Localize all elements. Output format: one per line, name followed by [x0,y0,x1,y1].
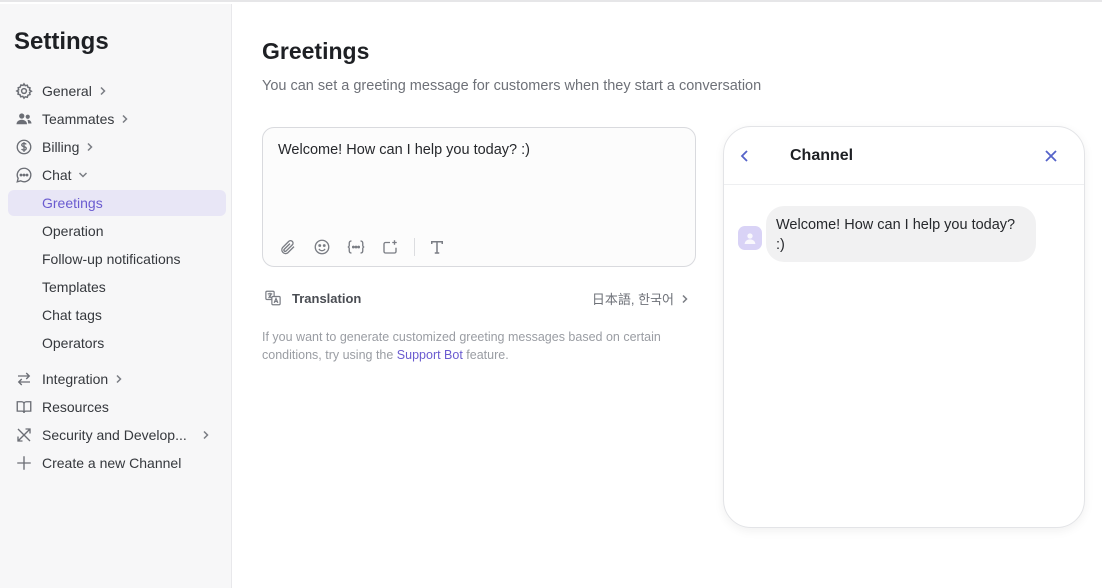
chevron-right-icon [85,142,95,152]
sidebar-item-general[interactable]: General [8,78,226,104]
settings-app: Settings General Teammates Billing Chat … [0,0,1102,588]
translation-row[interactable]: Translation 日本語, 한국어 [264,288,694,308]
sidebar-subitem-label: Chat tags [42,307,102,323]
avatar [738,226,762,250]
hint-text: If you want to generate customized greet… [262,328,682,364]
translation-languages[interactable]: 日本語, 한국어 [592,289,690,308]
translate-icon [264,289,282,307]
sidebar-item-label: Security and Develop... [42,427,187,443]
sidebar-item-create-channel[interactable]: Create a new Channel [8,450,226,476]
sidebar-item-label: General [42,83,92,99]
sidebar-item-label: Integration [42,371,109,387]
chevron-right-icon [120,114,130,124]
emoji-icon[interactable] [312,237,332,257]
sidebar-item-security-and-developers[interactable]: Security and Develop... [8,422,226,448]
preview-header: Channel [724,127,1084,185]
sidebar-item-teammates[interactable]: Teammates [8,106,226,132]
sidebar-subitem-templates[interactable]: Templates [8,274,226,300]
arrows-icon [14,369,34,389]
attach-icon[interactable] [278,237,298,257]
sidebar: Settings General Teammates Billing Chat … [0,4,232,588]
sidebar-item-resources[interactable]: Resources [8,394,226,420]
hint-after: feature. [462,348,509,362]
toolbar-divider [414,238,415,256]
support-bot-link[interactable]: Support Bot [397,348,463,362]
people-icon [14,109,34,129]
sidebar-subitem-label: Operators [42,335,105,351]
sidebar-item-label: Chat [42,167,72,183]
tools-icon [14,425,34,445]
close-icon[interactable] [1040,145,1062,167]
preview-message-bubble: Welcome! How can I help you today? :) [766,206,1036,262]
sidebar-subitem-label: Operation [42,223,104,239]
sidebar-title: Settings [14,28,109,55]
channel-preview: Channel Welcome! How can I help you toda… [723,126,1085,528]
sidebar-item-label: Billing [42,139,80,155]
preview-title: Channel [790,147,854,164]
chevron-right-icon [114,374,124,384]
page-title: Greetings [262,38,370,64]
chevron-right-icon [680,294,690,304]
sidebar-item-billing[interactable]: Billing [8,134,226,160]
dollar-icon [14,137,34,157]
sidebar-subitem-operation[interactable]: Operation [8,218,226,244]
chat-icon [14,165,34,185]
sidebar-subitem-greetings[interactable]: Greetings [8,190,226,216]
sidebar-subitem-label: Follow-up notifications [42,251,181,267]
translation-languages-text: 日本語, 한국어 [591,292,674,307]
sidebar-item-integration[interactable]: Integration [8,366,226,392]
variable-icon[interactable] [346,237,366,257]
editor-toolbar [278,236,461,258]
sidebar-subitem-label: Greetings [42,195,103,211]
back-arrow-icon[interactable] [734,145,756,167]
sidebar-item-chat[interactable]: Chat [8,162,226,188]
chevron-down-icon [78,170,88,180]
gear-icon [14,81,34,101]
chevron-right-icon [201,430,211,440]
button-icon[interactable] [380,237,400,257]
plus-icon [14,453,34,473]
sidebar-subitem-operators[interactable]: Operators [8,330,226,356]
book-icon [14,397,34,417]
text-format-icon[interactable] [427,237,447,257]
sidebar-item-label: Teammates [42,111,115,127]
greeting-text[interactable]: Welcome! How can I help you today? :) [278,142,530,158]
translation-label: Translation [292,290,362,306]
sidebar-subitem-follow-up-notifications[interactable]: Follow-up notifications [8,246,226,272]
sidebar-item-label: Create a new Channel [42,455,182,471]
greeting-editor[interactable]: Welcome! How can I help you today? :) [262,127,696,267]
sidebar-subitem-chat-tags[interactable]: Chat tags [8,302,226,328]
page-subtitle: You can set a greeting message for custo… [262,78,762,94]
chevron-right-icon [98,86,108,96]
sidebar-subitem-label: Templates [42,279,106,295]
sidebar-item-label: Resources [42,399,109,415]
